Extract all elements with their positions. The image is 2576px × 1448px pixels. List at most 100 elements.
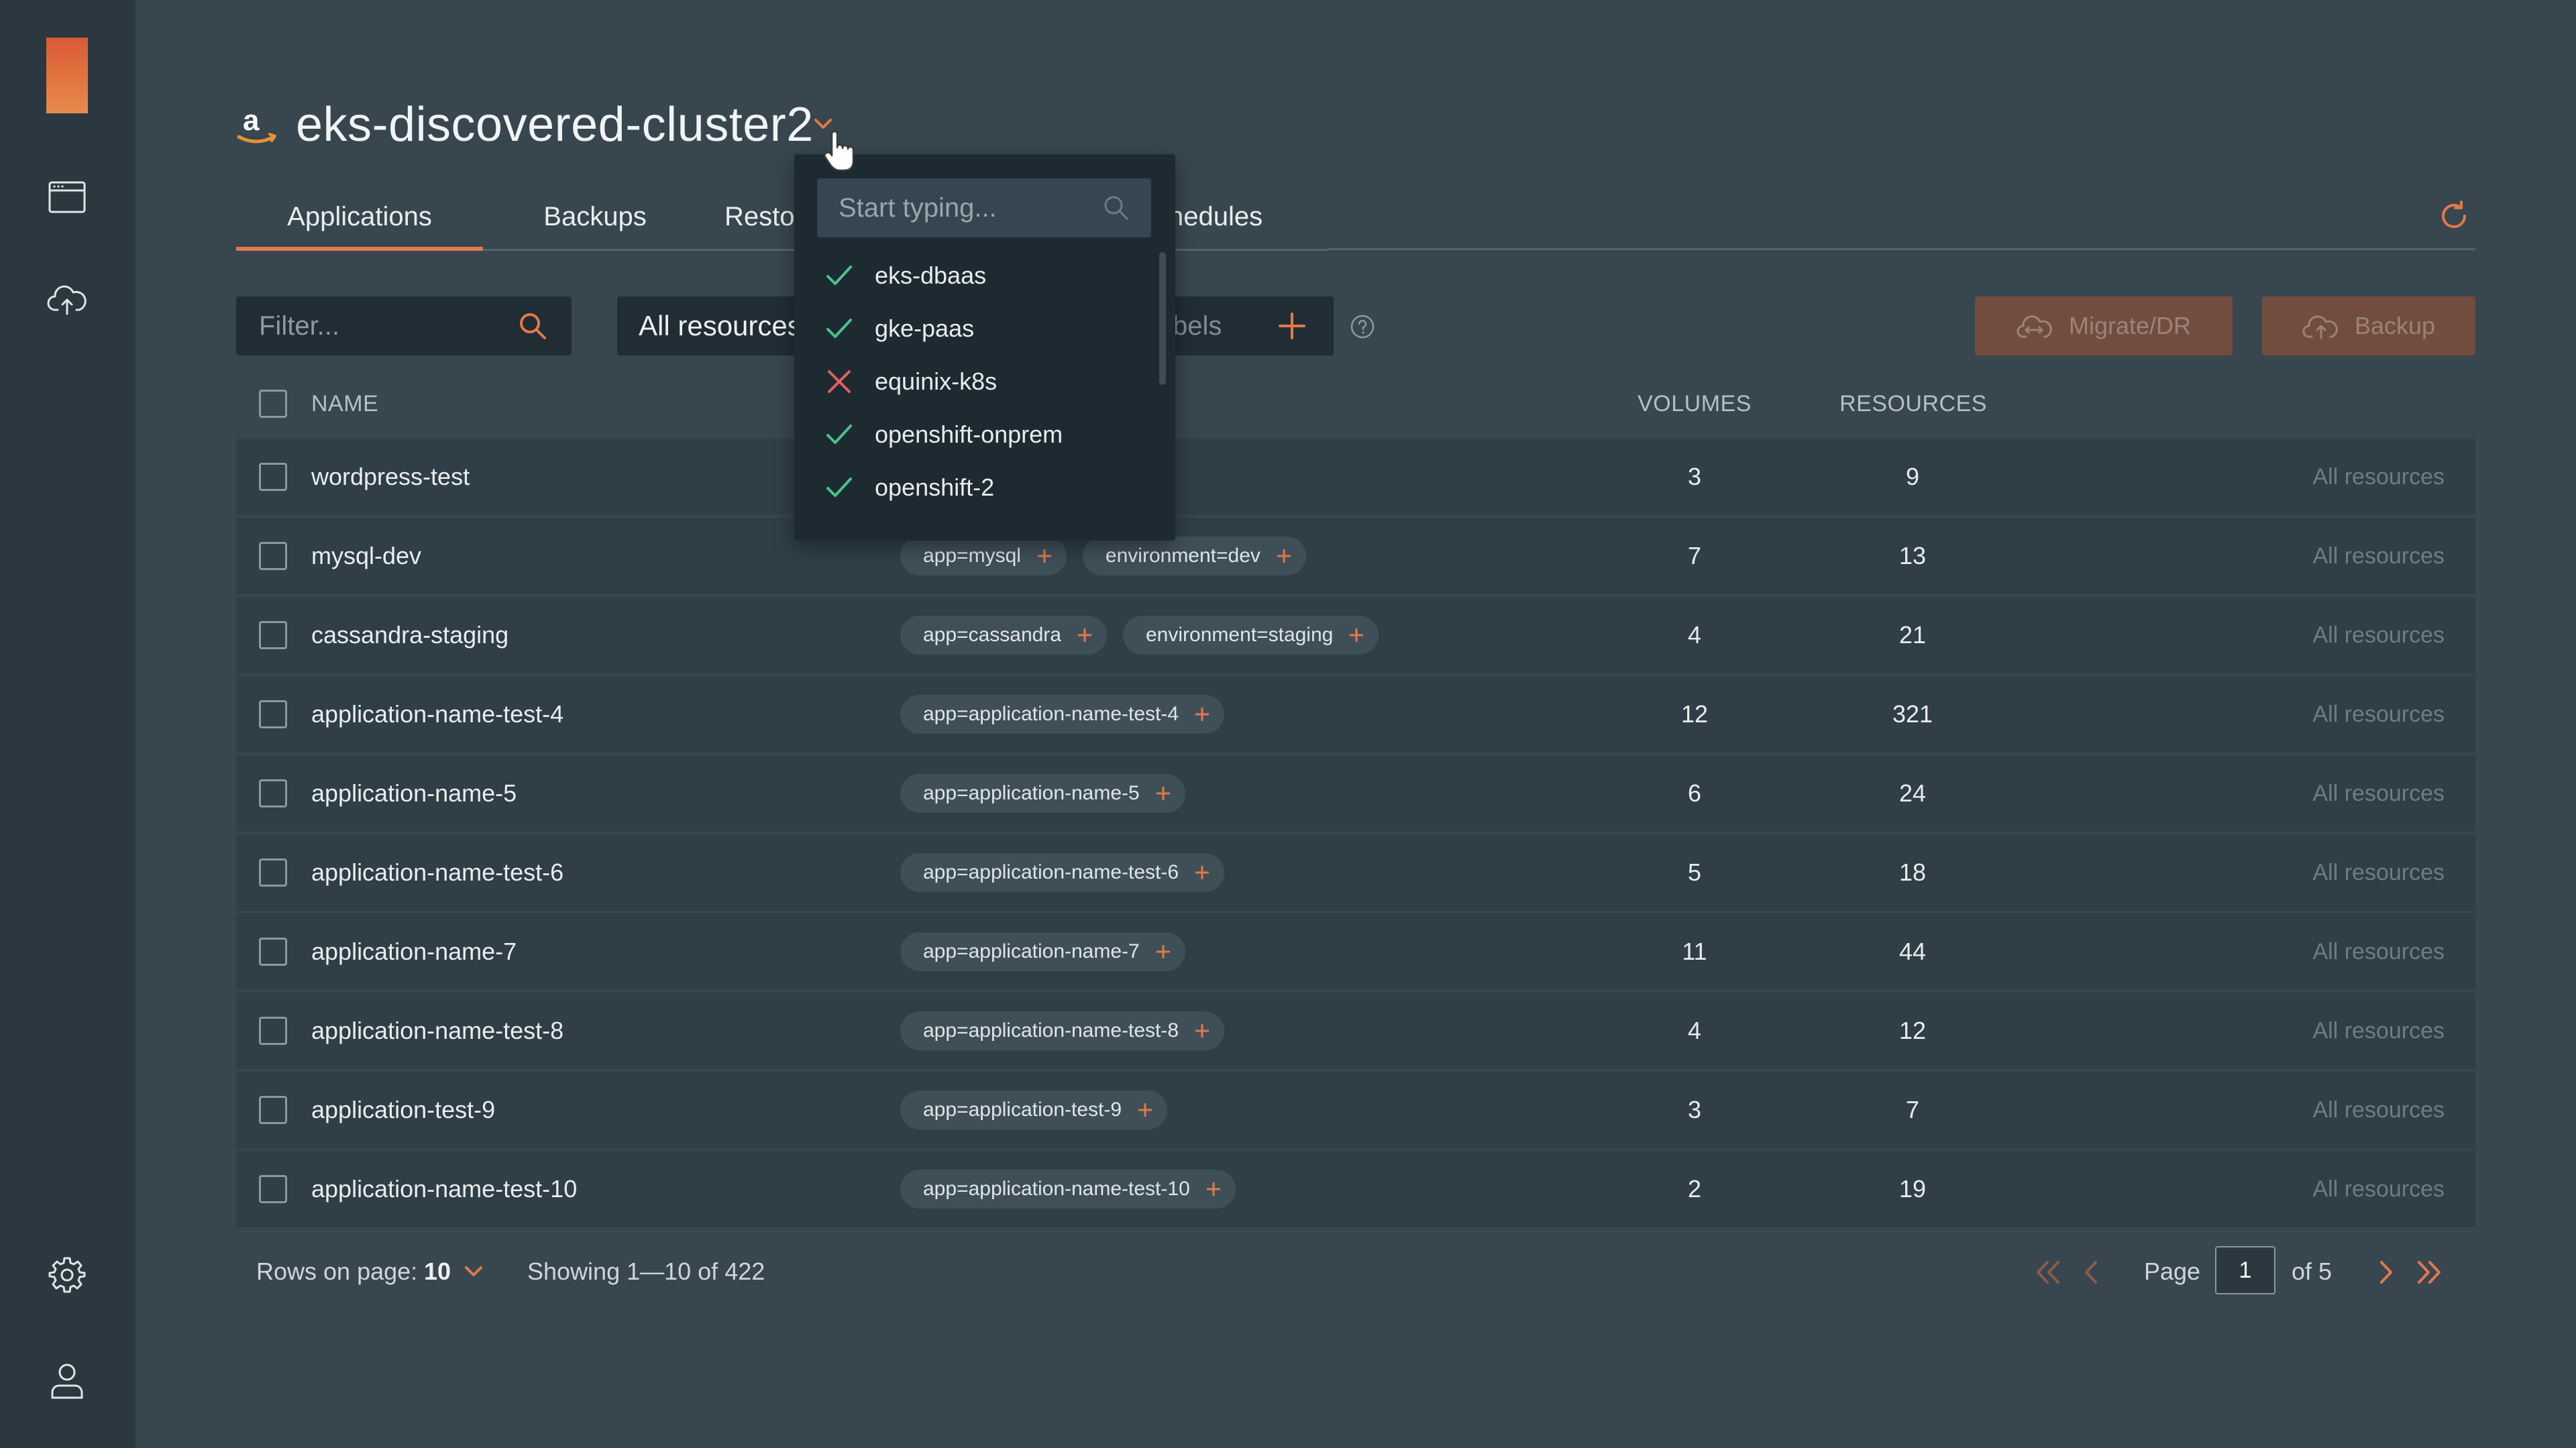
row-checkbox[interactable]: [259, 938, 287, 966]
cluster-option[interactable]: gke-paas: [824, 302, 1146, 355]
app-name[interactable]: application-name-test-6: [311, 834, 564, 911]
row-checkbox[interactable]: [259, 1017, 287, 1045]
page-label: Page: [2144, 1258, 2201, 1285]
plus-icon[interactable]: [1155, 785, 1172, 802]
user-icon[interactable]: [44, 1357, 90, 1403]
cluster-option[interactable]: openshift-2: [824, 461, 1146, 514]
plus-icon[interactable]: [1276, 310, 1308, 342]
error-x-icon: [828, 370, 851, 393]
first-page-icon[interactable]: [2031, 1256, 2065, 1289]
cluster-title[interactable]: eks-discovered-cluster2: [296, 94, 814, 156]
cluster-search-box: [817, 178, 1151, 237]
row-checkbox[interactable]: [259, 700, 287, 728]
app-logo[interactable]: [46, 38, 88, 113]
label-chip[interactable]: app=application-name-test-8: [900, 1011, 1225, 1050]
table-row[interactable]: application-name-test-6 app=application-…: [236, 834, 2475, 911]
cluster-option[interactable]: eks-dbaas: [824, 249, 1146, 302]
table-row[interactable]: application-name-5 app=application-name-…: [236, 755, 2475, 832]
app-name[interactable]: mysql-dev: [311, 518, 421, 594]
app-name[interactable]: application-name-7: [311, 913, 517, 990]
table-row[interactable]: cassandra-staging app=cassandra environm…: [236, 597, 2475, 673]
migrate-dr-button[interactable]: Migrate/DR: [1975, 296, 2233, 355]
cluster-option-label: openshift-2: [875, 474, 995, 501]
browser-window-icon[interactable]: [44, 174, 90, 220]
showing-count: Showing 1—10 of 422: [527, 1258, 765, 1285]
plus-icon[interactable]: [1205, 1180, 1222, 1198]
label-text: environment=staging: [1146, 624, 1334, 646]
row-checkbox[interactable]: [259, 542, 287, 570]
row-checkbox[interactable]: [259, 779, 287, 807]
table-row[interactable]: application-name-test-8 app=application-…: [236, 993, 2475, 1069]
app-name[interactable]: application-name-5: [311, 755, 517, 832]
rows-per-page-value[interactable]: 10: [424, 1246, 451, 1297]
plus-icon[interactable]: [1076, 626, 1093, 644]
app-name[interactable]: cassandra-staging: [311, 597, 508, 673]
refresh-icon[interactable]: [2436, 199, 2471, 233]
label-chip[interactable]: app=mysql: [900, 537, 1067, 575]
table-row[interactable]: mysql-dev app=mysql environment=dev 7 13…: [236, 518, 2475, 594]
dropdown-scrollbar[interactable]: [1159, 252, 1166, 385]
app-name[interactable]: application-test-9: [311, 1072, 495, 1148]
row-checkbox[interactable]: [259, 463, 287, 491]
label-chip[interactable]: app=application-name-test-4: [900, 695, 1225, 734]
table-row[interactable]: application-test-9 app=application-test-…: [236, 1072, 2475, 1148]
filter-box: [236, 296, 572, 355]
tab-backups[interactable]: Backups: [511, 193, 679, 251]
previous-page-icon[interactable]: [2074, 1256, 2108, 1289]
help-icon[interactable]: [1350, 314, 1375, 339]
label-chip[interactable]: app=application-name-7: [900, 932, 1185, 971]
app-name[interactable]: application-name-test-4: [311, 676, 564, 753]
plus-icon[interactable]: [1036, 547, 1053, 565]
cluster-option[interactable]: equinix-k8s: [824, 355, 1146, 408]
tab-schedules[interactable]: chedules: [1155, 193, 1316, 251]
label-chip[interactable]: app=application-test-9: [900, 1091, 1168, 1129]
next-page-icon[interactable]: [2369, 1256, 2403, 1289]
backup-button[interactable]: Backup: [2262, 296, 2475, 355]
check-icon: [826, 319, 852, 338]
table-row[interactable]: application-name-7 app=application-name-…: [236, 913, 2475, 990]
label-chip[interactable]: app=application-name-5: [900, 774, 1185, 813]
plus-icon[interactable]: [1193, 1022, 1211, 1040]
table-row[interactable]: application-name-test-10 app=application…: [236, 1151, 2475, 1227]
plus-icon[interactable]: [1193, 706, 1211, 723]
plus-icon[interactable]: [1155, 943, 1172, 960]
resource-scope: All resources: [2312, 1176, 2445, 1202]
cloud-upload-icon[interactable]: [44, 278, 90, 323]
row-checkbox[interactable]: [259, 1096, 287, 1124]
plus-icon[interactable]: [1193, 864, 1211, 881]
label-chip[interactable]: app=cassandra: [900, 616, 1107, 655]
column-header-name[interactable]: NAME: [311, 384, 378, 424]
app-name[interactable]: application-name-test-8: [311, 993, 564, 1069]
plus-icon[interactable]: [1275, 547, 1293, 565]
gear-icon[interactable]: [44, 1251, 90, 1297]
cluster-search-input[interactable]: [839, 178, 1093, 237]
label-chip[interactable]: environment=staging: [1123, 616, 1379, 655]
resources-count: 21: [1898, 621, 1927, 649]
row-checkbox[interactable]: [259, 621, 287, 649]
search-icon[interactable]: [517, 310, 549, 342]
label-chip[interactable]: environment=dev: [1082, 537, 1306, 575]
app-name[interactable]: wordpress-test: [311, 439, 470, 515]
cluster-option[interactable]: openshift-onprem: [824, 408, 1146, 461]
resource-scope: All resources: [2312, 543, 2445, 569]
resource-scope: All resources: [2312, 860, 2445, 885]
column-header-resources[interactable]: RESOURCES: [1826, 384, 2000, 424]
app-name[interactable]: application-name-test-10: [311, 1151, 577, 1227]
table-row[interactable]: application-name-test-4 app=application-…: [236, 676, 2475, 753]
label-chip[interactable]: app=application-name-test-10: [900, 1170, 1236, 1209]
check-icon: [826, 425, 852, 444]
select-all-checkbox[interactable]: [259, 390, 287, 418]
column-header-volumes[interactable]: VOLUMES: [1614, 384, 1775, 424]
page-number-input[interactable]: [2215, 1246, 2275, 1294]
chevron-down-icon[interactable]: [462, 1260, 486, 1284]
row-checkbox[interactable]: [259, 1175, 287, 1203]
label-chip[interactable]: app=application-name-test-6: [900, 853, 1225, 892]
row-checkbox[interactable]: [259, 858, 287, 887]
plus-icon[interactable]: [1136, 1101, 1154, 1119]
filter-input[interactable]: [259, 296, 514, 355]
last-page-icon[interactable]: [2412, 1256, 2446, 1289]
table-row[interactable]: wordpress-test 3 9 All resources: [236, 439, 2475, 515]
tab-applications[interactable]: Applications: [236, 193, 483, 251]
cluster-option-label: openshift-onprem: [875, 421, 1063, 448]
plus-icon[interactable]: [1348, 626, 1365, 644]
